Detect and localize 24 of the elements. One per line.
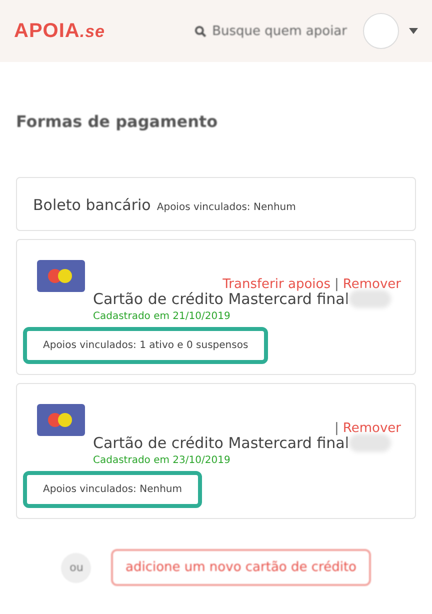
linked-supports: Apoios vinculados: 1 ativo e 0 suspensos (23, 327, 268, 364)
search-field[interactable]: Busque quem apoiar (194, 24, 347, 38)
action-link[interactable]: Remover (342, 421, 401, 436)
masked-number (349, 290, 392, 308)
mastercard-icon (37, 260, 85, 292)
separator: | (334, 421, 339, 436)
registered-date: Cadastrado em 23/10/2019 (93, 455, 232, 466)
card-title: Cartão de crédito Mastercard final (93, 434, 350, 452)
action-link[interactable]: Remover (342, 277, 401, 292)
search-icon (194, 24, 208, 38)
payment-title: Boleto bancário (33, 196, 151, 214)
mastercard-icon (37, 404, 85, 436)
page-title: Formas de pagamento (16, 112, 219, 131)
masked-number (349, 434, 392, 452)
registered-date: Cadastrado em 21/10/2019 (93, 311, 232, 322)
separator: | (334, 277, 339, 292)
or-label: ou (61, 552, 92, 582)
logo[interactable]: APOIA.se (14, 20, 105, 42)
card-title: Cartão de crédito Mastercard final (93, 290, 350, 308)
caret-icon[interactable] (409, 28, 418, 34)
linked-supports: Apoios vinculados: Nenhum (156, 202, 296, 213)
action-link[interactable]: Transferir apoios (222, 277, 330, 292)
linked-supports: Apoios vinculados: Nenhum (23, 471, 202, 508)
add-card-button[interactable]: adicione um novo cartão de crédito (111, 549, 371, 586)
